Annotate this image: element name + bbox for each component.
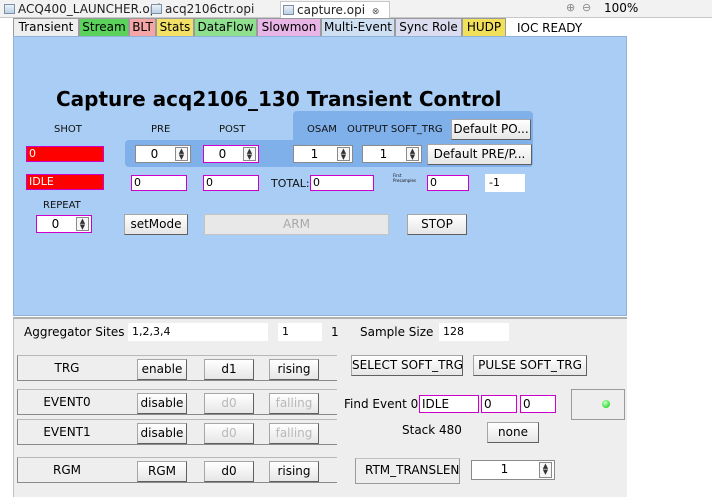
find-event-led [602, 400, 610, 408]
editor-tab-label: capture.opi [297, 3, 366, 17]
default-po-button[interactable]: Default PO... [451, 119, 531, 140]
soft-trg-spinner-value: 1 [379, 147, 388, 161]
post-spinner[interactable]: 0 ▲ ▼ [203, 145, 259, 163]
rtm-translen-label: RTM_TRANSLEN [365, 463, 460, 477]
state-value: IDLE [26, 174, 104, 190]
stop-button[interactable]: STOP [407, 214, 467, 235]
editor-tab-bar: ACQ400_LAUNCHER.opi acq2106ctr.opi captu… [0, 0, 712, 18]
event1-d0-button[interactable]: d0 [204, 423, 254, 444]
post-spinner-value: 0 [218, 147, 227, 161]
aggregator-count-1: 1 [278, 323, 322, 341]
find-event-label: Find Event 0 [344, 397, 419, 411]
rgm-rising-button[interactable]: rising [269, 461, 319, 482]
opi-file-icon [151, 4, 162, 14]
trg-d1-button[interactable]: d1 [204, 359, 254, 380]
pre-label: PRE [151, 124, 171, 135]
total-value: 0 [310, 175, 374, 191]
pulse-soft-trg-button[interactable]: PULSE SOFT_TRG [473, 355, 587, 376]
aggregator-label: Aggregator Sites [24, 325, 125, 339]
first-presamples-label: First Presamples [393, 173, 416, 183]
tab-stream[interactable]: Stream [79, 18, 129, 36]
editor-tab-launcher[interactable]: ACQ400_LAUNCHER.opi [2, 1, 161, 18]
tab-sync-role[interactable]: Sync Role [395, 18, 462, 36]
stack-label: Stack 480 [402, 423, 462, 437]
minus-one-value: -1 [485, 174, 525, 192]
opi-file-icon [283, 5, 294, 15]
tab-hudp[interactable]: HUDP [462, 18, 506, 36]
editor-tab-label: acq2106ctr.opi [165, 2, 255, 16]
transient-panel: Capture acq2106_130 Transient Control SH… [13, 36, 627, 316]
trg-rising-button[interactable]: rising [269, 359, 319, 380]
find-event-value-2: 0 [520, 395, 556, 413]
sample-size-value: 128 [439, 323, 509, 341]
shot-label: SHOT [54, 124, 82, 135]
post-readback: 0 [203, 175, 259, 191]
tab-dataflow[interactable]: DataFlow [194, 18, 257, 36]
tab-multi-event[interactable]: Multi-Event [321, 18, 395, 36]
find-event-led-frame [571, 389, 625, 420]
event0-row-name: EVENT0 [43, 395, 91, 409]
repeat-spinner-value: 0 [51, 217, 60, 231]
editor-tab-capture[interactable]: capture.opi ⊗ [280, 1, 390, 18]
aggregator-sites-value: 1,2,3,4 [128, 323, 268, 341]
spinner-arrows-icon[interactable]: ▲ ▼ [406, 147, 419, 161]
rgm-rgm-button[interactable]: RGM [137, 461, 187, 482]
setmode-button[interactable]: setMode [124, 214, 188, 235]
spinner-arrows-icon[interactable]: ▲ ▼ [337, 147, 350, 161]
repeat-label: REPEAT [43, 200, 81, 211]
spinner-arrows-icon[interactable]: ▲ ▼ [175, 147, 188, 161]
tab-transient[interactable]: Transient [13, 18, 79, 36]
osam-spinner[interactable]: 1 ▲ ▼ [293, 145, 353, 163]
event1-disable-button[interactable]: disable [137, 423, 187, 444]
event1-falling-button[interactable]: falling [269, 423, 319, 444]
editor-tab-acq2106ctr[interactable]: acq2106ctr.opi [149, 1, 279, 18]
ioc-status-label: IOC READY [517, 21, 583, 35]
osam-spinner-value: 1 [310, 147, 319, 161]
event0-d0-button[interactable]: d0 [204, 393, 254, 414]
tab-blt[interactable]: BLT [129, 18, 156, 36]
shot-value: 0 [26, 146, 104, 162]
repeat-spinner[interactable]: 0 ▲ ▼ [36, 215, 92, 233]
find-event-value-1: 0 [481, 395, 517, 413]
tab-slowmon[interactable]: Slowmon [257, 18, 321, 36]
sample-size-label: Sample Size [360, 325, 434, 339]
aggregator-panel: Aggregator Sites 1,2,3,4 1 1 Sample Size… [13, 317, 627, 497]
total-label: TOTAL: [271, 177, 310, 190]
soft-trg-spinner[interactable]: 1 ▲ ▼ [362, 145, 422, 163]
rgm-d0-button[interactable]: d0 [204, 461, 254, 482]
osam-label-overlay: OSAM [307, 124, 337, 135]
spinner-arrows-icon[interactable]: ▲ ▼ [243, 147, 256, 161]
arm-button[interactable]: ARM [204, 214, 389, 235]
default-pre-post-button[interactable]: Default PRE/P... [427, 144, 532, 165]
editor-tab-label: ACQ400_LAUNCHER.opi [18, 2, 161, 16]
spinner-arrows-icon[interactable]: ▲ ▼ [76, 217, 89, 231]
event0-disable-button[interactable]: disable [137, 393, 187, 414]
close-tab-icon[interactable]: ⊗ [372, 7, 380, 17]
find-event-state: IDLE [419, 395, 479, 413]
zoom-out-icon[interactable]: ⊖ [582, 1, 591, 14]
event0-falling-button[interactable]: falling [269, 393, 319, 414]
aggregator-count-2: 1 [331, 325, 339, 339]
select-soft-trg-button[interactable]: SELECT SOFT_TRG [351, 355, 463, 376]
trg-row-name: TRG [54, 361, 80, 375]
opi-file-icon [4, 4, 15, 14]
spinner-arrows-icon[interactable]: ▲ ▼ [539, 462, 552, 478]
tab-stats[interactable]: Stats [156, 18, 194, 36]
pre-readback: 0 [131, 175, 187, 191]
post-label: POST [219, 124, 246, 135]
output-soft-trg-label-overlay: OUTPUT SOFT_TRG [347, 124, 443, 135]
first-presamples-value: 0 [427, 175, 469, 191]
page-title: Capture acq2106_130 Transient Control [56, 87, 502, 111]
pre-spinner-value: 0 [150, 147, 159, 161]
stack-none-button[interactable]: none [487, 422, 539, 443]
pre-spinner[interactable]: 0 ▲ ▼ [135, 145, 191, 163]
trg-enable-button[interactable]: enable [137, 359, 187, 380]
zoom-level: 100% [604, 1, 639, 15]
rtm-translen-spinner[interactable]: 1 ▲ ▼ [471, 460, 555, 480]
rtm-translen-value: 1 [500, 462, 509, 476]
rgm-row-name: RGM [53, 463, 81, 477]
zoom-in-icon[interactable]: ⊕ [566, 1, 575, 14]
event1-row-name: EVENT1 [43, 425, 91, 439]
